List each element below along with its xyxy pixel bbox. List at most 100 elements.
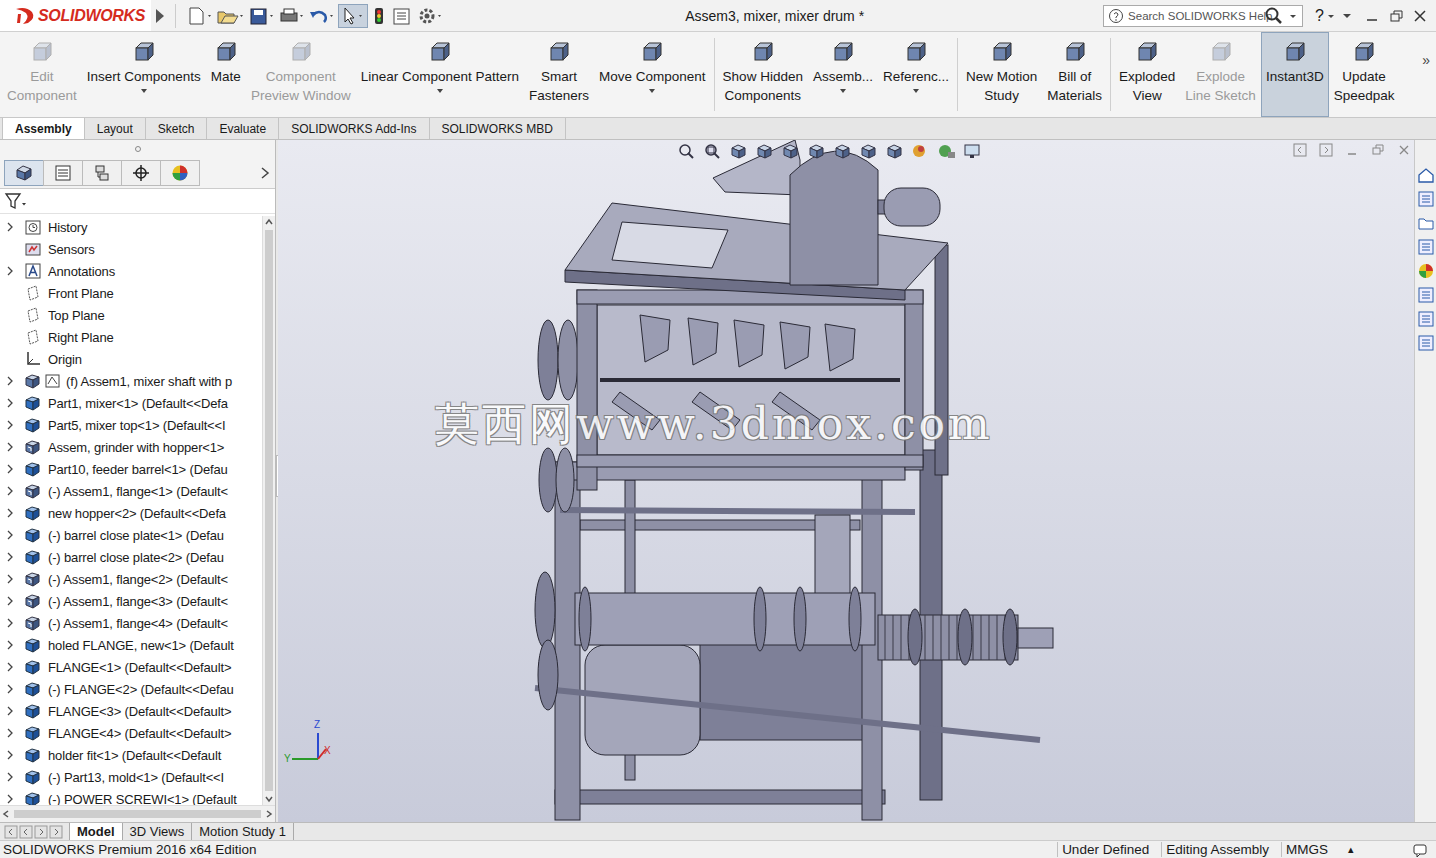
tree-arrow[interactable]: [4, 596, 24, 606]
ribbon-button[interactable]: Mate: [206, 32, 246, 117]
tree-arrow[interactable]: [4, 530, 24, 540]
tree-arrow[interactable]: [4, 464, 24, 474]
view-tool-icon[interactable]: [962, 142, 984, 160]
dropdown-arrow-icon[interactable]: [1288, 11, 1298, 21]
scroll-right-icon[interactable]: [263, 808, 275, 820]
ribbon-button[interactable]: Linear Component Pattern: [356, 32, 524, 117]
tree-arrow[interactable]: [4, 772, 24, 782]
dropdown-arrow-icon[interactable]: [647, 86, 657, 96]
tab-scroll-icon[interactable]: [4, 825, 18, 839]
scroll-thumb[interactable]: [265, 230, 273, 791]
tree-item[interactable]: Part1, mixer<1> (Default<<Defa: [0, 392, 262, 414]
view-tool-icon[interactable]: [728, 142, 750, 160]
close-icon[interactable]: [1396, 142, 1412, 158]
tree-item[interactable]: (-) Part13, mold<1> (Default<<I: [0, 766, 262, 788]
new-document-icon[interactable]: [186, 6, 214, 26]
tree-arrow[interactable]: [4, 662, 24, 672]
dropdown-arrow-icon[interactable]: [435, 86, 445, 96]
scroll-left-icon[interactable]: [0, 808, 12, 820]
ribbon-button[interactable]: ExplodedView: [1114, 32, 1180, 117]
bottom-tab[interactable]: Model: [69, 823, 123, 840]
panel-tab[interactable]: [43, 160, 83, 186]
filter-icon[interactable]: [4, 192, 30, 210]
command-tab[interactable]: SOLIDWORKS MBD: [430, 118, 566, 139]
view-tool-icon[interactable]: [858, 142, 880, 160]
ribbon-more[interactable]: »: [1418, 32, 1434, 68]
tree-arrow[interactable]: [4, 398, 24, 408]
save-icon[interactable]: [248, 6, 276, 26]
task-pane-icon[interactable]: [1417, 190, 1435, 208]
tree-arrow[interactable]: [4, 376, 24, 386]
expand-menu-icon[interactable]: [153, 6, 167, 26]
ribbon-button[interactable]: UpdateSpeedpak: [1329, 32, 1400, 117]
tree-arrow[interactable]: [4, 728, 24, 738]
tree-item[interactable]: FLANGE<3> (Default<<Default>: [0, 700, 262, 722]
tree-item[interactable]: (-) FLANGE<2> (Default<<Defau: [0, 678, 262, 700]
tree-item[interactable]: (-) Assem1, flange<3> (Default<: [0, 590, 262, 612]
task-pane-icon[interactable]: [1417, 262, 1435, 280]
task-pane-icon[interactable]: [1417, 238, 1435, 256]
tree-arrow[interactable]: [4, 750, 24, 760]
tree-item[interactable]: Assem, grinder with hopper<1>: [0, 436, 262, 458]
tree-arrow[interactable]: [4, 794, 24, 804]
tree-arrow[interactable]: [4, 442, 24, 452]
rebuild-icon[interactable]: [370, 6, 388, 26]
view-tool-icon[interactable]: [936, 142, 958, 160]
horizontal-scrollbar[interactable]: [0, 805, 275, 822]
mixer-assembly-model[interactable]: [278, 140, 1414, 822]
tree-item[interactable]: Sensors: [0, 238, 262, 260]
tree-item[interactable]: holder fit<1> (Default<<Default: [0, 744, 262, 766]
tree-arrow[interactable]: [4, 684, 24, 694]
command-tab[interactable]: Layout: [85, 118, 146, 139]
tree-item[interactable]: Top Plane: [0, 304, 262, 326]
search-field[interactable]: Search SOLIDWORKS Help: [1103, 5, 1303, 27]
panel-tab[interactable]: [121, 160, 161, 186]
task-pane-icon[interactable]: [1417, 214, 1435, 232]
view-tool-icon[interactable]: [780, 142, 802, 160]
tab-scroll-icon[interactable]: [34, 825, 48, 839]
ribbon-button[interactable]: SmartFasteners: [524, 32, 594, 117]
tab-scroll-icon[interactable]: [19, 825, 33, 839]
minimize-icon[interactable]: [1344, 142, 1360, 158]
panel-tab[interactable]: [4, 160, 44, 186]
view-tool-icon[interactable]: [884, 142, 906, 160]
view-tool-icon[interactable]: [832, 142, 854, 160]
tree-arrow[interactable]: [4, 266, 24, 276]
tree-arrow[interactable]: [4, 640, 24, 650]
panel-tab[interactable]: [160, 160, 200, 186]
view-tool-icon[interactable]: [910, 142, 932, 160]
tree-item[interactable]: (-) POWER SCREWI<1> (Default: [0, 788, 262, 805]
tree-item[interactable]: FLANGE<4> (Default<<Default>: [0, 722, 262, 744]
status-help-icon[interactable]: [1412, 842, 1428, 858]
task-pane-icon[interactable]: [1417, 286, 1435, 304]
tree-item[interactable]: (-) Assem1, flange<1> (Default<: [0, 480, 262, 502]
tree-item[interactable]: Annotations: [0, 260, 262, 282]
view-tool-icon[interactable]: [702, 142, 724, 160]
ribbon-button[interactable]: Assemb...: [808, 32, 878, 117]
collapse-left-icon[interactable]: [1292, 142, 1308, 158]
restore-icon[interactable]: [1370, 142, 1386, 158]
help-button[interactable]: ?: [1315, 7, 1336, 25]
task-pane-icon[interactable]: [1417, 166, 1435, 184]
ribbon-button[interactable]: Insert Components: [82, 32, 206, 117]
tree-item[interactable]: new hopper<2> (Default<<Defa: [0, 502, 262, 524]
tree-item[interactable]: (-) Assem1, flange<4> (Default<: [0, 612, 262, 634]
tree-arrow[interactable]: [4, 508, 24, 518]
tab-scroll-icon[interactable]: [49, 825, 63, 839]
tree-item[interactable]: (-) barrel close plate<1> (Defau: [0, 524, 262, 546]
vertical-scrollbar[interactable]: [262, 216, 275, 805]
chevron-right-icon[interactable]: [259, 166, 271, 180]
panel-grip[interactable]: [0, 140, 275, 158]
scroll-down-icon[interactable]: [263, 793, 275, 805]
command-tab[interactable]: Assembly: [2, 118, 85, 139]
scroll-thumb[interactable]: [14, 810, 261, 818]
tree-item[interactable]: Origin: [0, 348, 262, 370]
command-tab[interactable]: SOLIDWORKS Add-Ins: [279, 118, 429, 139]
tree-arrow[interactable]: [4, 618, 24, 628]
pin-dropdown-icon[interactable]: [1340, 9, 1354, 23]
ribbon-button[interactable]: Instant3D: [1261, 32, 1329, 117]
tree-item[interactable]: Part10, feeder barrel<1> (Defau: [0, 458, 262, 480]
tree-arrow[interactable]: [4, 706, 24, 716]
dropdown-arrow-icon[interactable]: [139, 86, 149, 96]
panel-tab[interactable]: [82, 160, 122, 186]
